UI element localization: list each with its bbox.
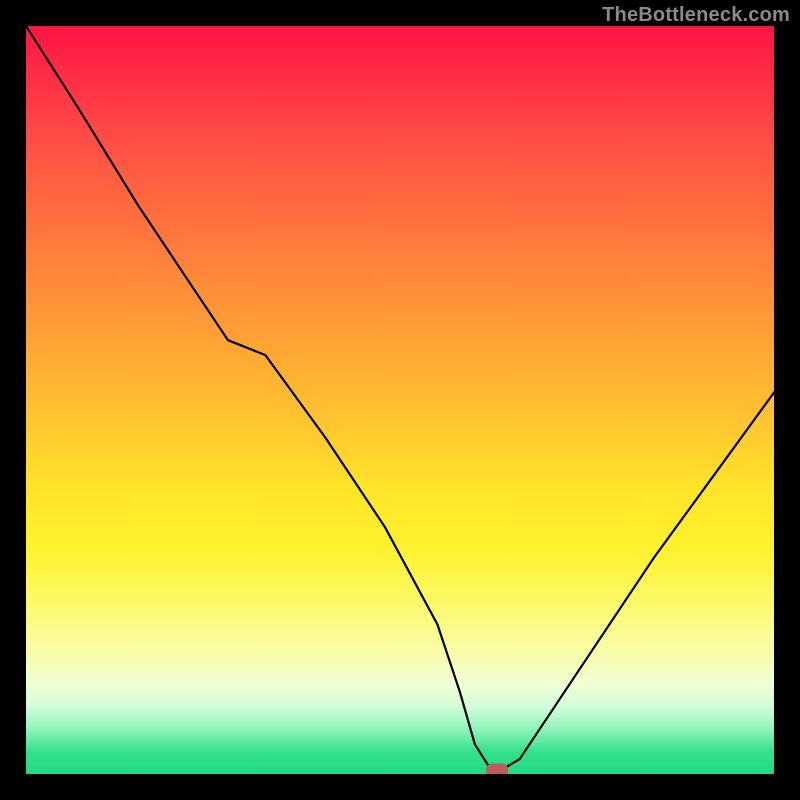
- optimum-marker-icon: [486, 764, 508, 774]
- plot-area: [26, 26, 774, 774]
- watermark-text: TheBottleneck.com: [602, 4, 790, 27]
- chart-stage: TheBottleneck.com: [0, 0, 800, 800]
- bottleneck-curve: [26, 26, 774, 774]
